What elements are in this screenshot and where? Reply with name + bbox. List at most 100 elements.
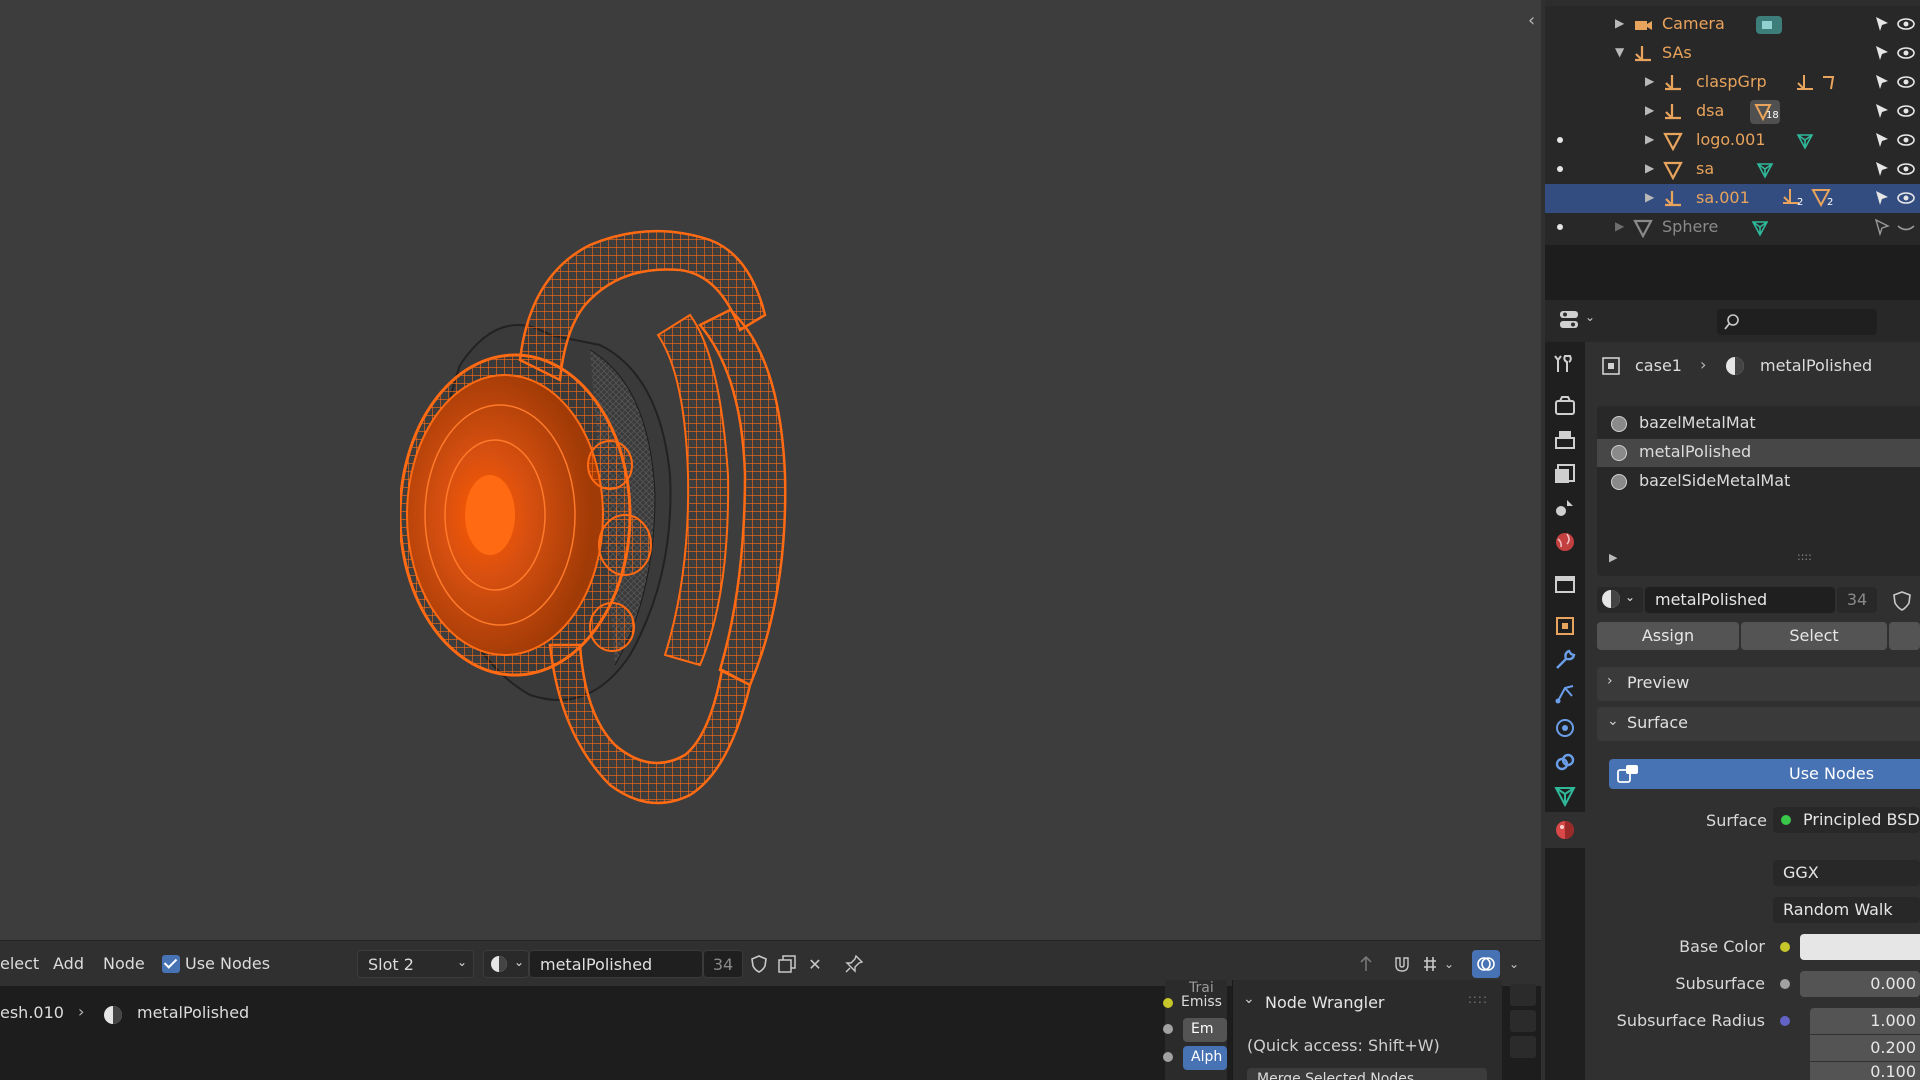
material-name-field[interactable]: metalPolished: [529, 950, 703, 978]
selectable-arrow-icon[interactable]: [1873, 131, 1891, 149]
preview-panel-header[interactable]: › Preview: [1597, 667, 1920, 701]
fake-user-shield-icon[interactable]: [1893, 591, 1911, 611]
properties-search-input[interactable]: [1717, 309, 1877, 335]
outliner-row-sa[interactable]: ▶ sa: [1545, 155, 1920, 184]
duplicate-material-icon[interactable]: [773, 950, 801, 978]
children-mesh-badge[interactable]: 2: [1811, 187, 1839, 211]
outliner[interactable]: ▶ Camera ▼ SAs ▶ claspGrp ▶ dsa 18 ▶ log…: [1545, 0, 1920, 245]
outliner-row-camera[interactable]: ▶ Camera: [1545, 10, 1920, 39]
node-menu[interactable]: Node: [103, 954, 145, 973]
properties-editor[interactable]: ⌄ case1 › metalPolished bazelMetalMat me…: [1545, 300, 1920, 1080]
outliner-label[interactable]: Sphere: [1662, 217, 1718, 236]
use-nodes-checkbox[interactable]: [162, 955, 180, 973]
select-menu[interactable]: elect: [0, 954, 39, 973]
material-user-count[interactable]: 34: [1837, 587, 1877, 613]
selectable-arrow-icon[interactable]: [1873, 102, 1891, 120]
watch-wireframe-model[interactable]: [400, 215, 820, 815]
material-user-count[interactable]: 34: [703, 950, 743, 978]
outliner-row-sa-001[interactable]: ▶ sa.001 2 2: [1545, 184, 1920, 213]
sidebar-tab[interactable]: [1510, 984, 1536, 1006]
particles-tab-icon[interactable]: [1553, 682, 1577, 706]
expand-triangle-icon[interactable]: ▶: [1645, 190, 1654, 204]
expand-triangle-icon[interactable]: ▶: [1615, 219, 1624, 233]
chevron-down-icon[interactable]: ⌄: [1243, 991, 1255, 1007]
add-menu[interactable]: Add: [53, 954, 84, 973]
selectable-arrow-icon[interactable]: [1873, 160, 1891, 178]
alpha-socket[interactable]: [1163, 1052, 1173, 1062]
children-empty-badge[interactable]: 2: [1781, 187, 1809, 211]
outliner-label[interactable]: SAs: [1662, 43, 1692, 62]
chevron-down-icon[interactable]: ⌄: [1500, 950, 1528, 978]
slot-dropdown[interactable]: Slot 2 ⌄: [357, 950, 474, 978]
eye-icon[interactable]: [1897, 189, 1915, 207]
eye-icon[interactable]: [1897, 15, 1915, 33]
emission-socket[interactable]: [1163, 998, 1173, 1008]
assign-button[interactable]: Assign: [1597, 622, 1739, 650]
material-slots-list[interactable]: bazelMetalMat metalPolished bazelSideMet…: [1597, 406, 1920, 576]
physics-tab-icon[interactable]: [1553, 716, 1577, 740]
snap-grid-icon[interactable]: ⌄: [1416, 950, 1460, 978]
eye-icon[interactable]: [1897, 102, 1915, 120]
outliner-row-logo-001[interactable]: ▶ logo.001: [1545, 126, 1920, 155]
outliner-row-sas[interactable]: ▼ SAs: [1545, 39, 1920, 68]
pin-icon[interactable]: [840, 950, 868, 978]
modifier-wrench-icon[interactable]: [1553, 648, 1577, 672]
constraints-tab-icon[interactable]: [1553, 750, 1577, 774]
eye-icon[interactable]: [1897, 160, 1915, 178]
unlink-material-icon[interactable]: ✕: [801, 950, 829, 978]
eye-icon[interactable]: [1897, 131, 1915, 149]
render-tab-icon[interactable]: [1553, 394, 1577, 418]
outliner-label[interactable]: Camera: [1662, 14, 1725, 33]
view-layer-tab-icon[interactable]: [1553, 462, 1577, 486]
sidebar-tab[interactable]: [1510, 1010, 1536, 1032]
outliner-label[interactable]: sa: [1696, 159, 1714, 178]
principled-node-partial[interactable]: Trai Emiss Em Alph: [1163, 980, 1227, 1080]
tool-tab-icon[interactable]: [1553, 352, 1577, 376]
snap-magnet-icon[interactable]: [1388, 950, 1416, 978]
merge-selected-nodes-button[interactable]: Merge Selected Nodes: [1247, 1068, 1487, 1080]
browse-material-button[interactable]: ⌄: [483, 950, 529, 978]
selectable-arrow-icon[interactable]: [1873, 15, 1891, 33]
expand-triangle-icon[interactable]: ▶: [1615, 16, 1624, 30]
base-color-swatch[interactable]: [1800, 934, 1920, 960]
emission-strength-field[interactable]: Em: [1183, 1018, 1227, 1042]
list-options-triangle-icon[interactable]: ▶: [1609, 551, 1617, 564]
object-tab-icon[interactable]: [1553, 614, 1577, 638]
output-tab-icon[interactable]: [1553, 428, 1577, 452]
drag-grip-icon[interactable]: ::::: [1468, 992, 1488, 1006]
expand-triangle-icon[interactable]: ▶: [1645, 132, 1654, 146]
subsurface-radius-y[interactable]: 0.200: [1810, 1035, 1920, 1061]
children-mesh-badge[interactable]: 18: [1750, 100, 1780, 124]
color-socket-icon[interactable]: [1780, 942, 1790, 952]
expand-triangle-icon[interactable]: ▶: [1645, 103, 1654, 117]
outliner-label[interactable]: dsa: [1696, 101, 1724, 120]
outliner-label[interactable]: sa.001: [1696, 188, 1750, 207]
list-item[interactable]: metalPolished: [1597, 439, 1920, 467]
expand-triangle-icon[interactable]: ▶: [1645, 74, 1654, 88]
material-name-field[interactable]: metalPolished: [1645, 587, 1835, 613]
vector-socket-icon[interactable]: [1780, 1016, 1790, 1026]
expand-triangle-icon[interactable]: ▶: [1645, 161, 1654, 175]
outliner-label[interactable]: logo.001: [1696, 130, 1766, 149]
surface-panel-header[interactable]: ⌄ Surface: [1597, 707, 1920, 741]
node-wrangler-title[interactable]: Node Wrangler: [1265, 993, 1385, 1012]
float-socket-icon[interactable]: [1780, 979, 1790, 989]
world-tab-icon[interactable]: [1553, 530, 1577, 554]
sidebar-tab[interactable]: [1510, 1036, 1536, 1058]
emission-strength-socket[interactable]: [1163, 1024, 1173, 1034]
list-resize-grip-icon[interactable]: ::::: [1797, 550, 1812, 563]
collapse-sidebar-icon[interactable]: ‹: [1528, 10, 1535, 31]
3d-viewport[interactable]: ‹: [0, 0, 1541, 940]
outliner-label[interactable]: claspGrp: [1696, 72, 1767, 91]
use-nodes-button[interactable]: Use Nodes: [1609, 759, 1920, 789]
outliner-row-dsa[interactable]: ▶ dsa 18: [1545, 97, 1920, 126]
editor-type-button[interactable]: ⌄: [1559, 309, 1601, 335]
eye-icon[interactable]: [1897, 73, 1915, 91]
eye-closed-icon[interactable]: [1897, 218, 1915, 236]
selectable-arrow-icon[interactable]: [1873, 218, 1891, 236]
list-item[interactable]: bazelMetalMat: [1597, 410, 1920, 438]
subsurface-field[interactable]: 0.000: [1800, 971, 1920, 997]
material-tab-active[interactable]: [1545, 812, 1585, 848]
subsurface-radius-z[interactable]: 0.100: [1810, 1062, 1920, 1080]
outliner-row-sphere[interactable]: ▶ Sphere: [1545, 213, 1920, 242]
